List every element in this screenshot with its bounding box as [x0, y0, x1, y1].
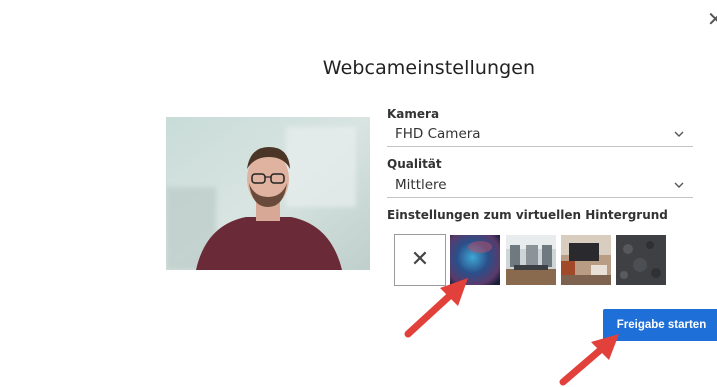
chevron-down-icon — [674, 131, 684, 137]
camera-label: Kamera — [387, 107, 440, 121]
annotation-arrow-icon — [404, 278, 468, 338]
camera-value: FHD Camera — [395, 126, 481, 142]
webcam-preview — [166, 117, 370, 270]
close-button[interactable]: ✕ — [707, 8, 717, 30]
chevron-down-icon — [674, 182, 684, 188]
quality-label: Qualität — [387, 157, 442, 171]
virtual-background-label: Einstellungen zum virtuellen Hintergrund — [387, 208, 668, 222]
background-option-dark-texture[interactable] — [616, 235, 666, 285]
camera-select[interactable]: FHD Camera — [387, 124, 693, 147]
close-icon: ✕ — [707, 7, 717, 31]
quality-value: Mittlere — [395, 177, 447, 193]
dialog-title: Webcameinstellungen — [322, 57, 536, 79]
annotation-arrow-icon — [559, 334, 619, 386]
background-option-office[interactable] — [506, 235, 556, 285]
quality-select[interactable]: Mittlere — [387, 175, 693, 198]
background-option-living-room[interactable] — [561, 235, 611, 285]
